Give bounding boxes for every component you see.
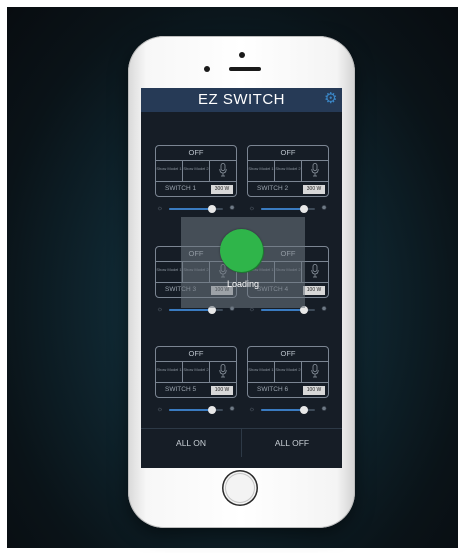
microphone-icon: [311, 364, 319, 378]
app-screen: EZ SWITCH ⚙ OFF Show Model 1 Show Model 2S…: [141, 88, 342, 468]
microphone-icon: [311, 163, 319, 177]
bright-sun-icon: ✹: [229, 406, 235, 413]
bottom-bar: ALL ON ALL OFF: [141, 428, 342, 457]
dim-sun-icon: ☼: [248, 205, 256, 212]
app-title: EZ SWITCH: [198, 91, 285, 108]
microphone-icon: [219, 364, 227, 378]
show-model-2-button[interactable]: Show Model 2: [183, 361, 210, 383]
earpiece-speaker: [229, 67, 261, 71]
switch-footer: SWITCH 1 300 W: [156, 182, 236, 196]
brightness-slider[interactable]: ☼ ✹: [156, 205, 236, 213]
loading-dialog: Loading: [181, 217, 305, 308]
gear-icon[interactable]: ⚙: [323, 91, 339, 107]
bright-sun-icon: ✹: [321, 205, 327, 212]
loading-text: Loading: [226, 279, 260, 289]
slider-fill: [261, 309, 305, 311]
slider-thumb[interactable]: [300, 406, 309, 414]
switch-name: SWITCH 5: [165, 386, 197, 393]
microphone-icon: [311, 264, 319, 278]
bright-sun-icon: ✹: [321, 406, 327, 413]
show-model-2-button[interactable]: Show Model 2: [275, 160, 302, 182]
dim-sun-icon: ☼: [156, 205, 164, 212]
loading-spinner-icon: [220, 229, 263, 272]
switch-card-1: OFF Show Model 1 Show Model 2 SWITCH 1 300 W: [155, 145, 237, 197]
slider-thumb[interactable]: [300, 205, 309, 213]
switch-name: SWITCH 2: [257, 185, 289, 192]
slider-fill: [169, 208, 213, 210]
voice-button[interactable]: [210, 361, 236, 383]
switch-footer: SWITCH 6 100 W: [248, 383, 328, 397]
switch-status-button[interactable]: OFF: [156, 146, 236, 161]
show-model-1-button[interactable]: Show Model 1: [156, 160, 183, 182]
slider-track[interactable]: [261, 406, 315, 414]
voice-button[interactable]: [302, 361, 328, 383]
switch-name: SWITCH 6: [257, 386, 289, 393]
bright-sun-icon: ✹: [229, 205, 235, 212]
slider-fill: [169, 409, 213, 411]
show-model-2-button[interactable]: Show Model 2: [183, 160, 210, 182]
sensor-icon: [204, 66, 210, 72]
voice-button[interactable]: [302, 160, 328, 182]
show-model-1-button[interactable]: Show Model 1: [156, 261, 183, 283]
home-button[interactable]: [222, 470, 258, 506]
slider-track[interactable]: [169, 306, 223, 314]
switch-footer: SWITCH 5 100 W: [156, 383, 236, 397]
dim-sun-icon: ☼: [156, 406, 164, 413]
front-camera-icon: [239, 52, 245, 58]
wattage-badge: 100 W: [211, 386, 233, 395]
all-on-button[interactable]: ALL ON: [141, 429, 242, 457]
brightness-slider[interactable]: ☼ ✹: [248, 406, 328, 414]
slider-track[interactable]: [261, 306, 315, 314]
slider-fill: [261, 208, 305, 210]
switch-card-2: OFF Show Model 1 Show Model 2 SWITCH 2 300 W: [247, 145, 329, 197]
show-model-2-button[interactable]: Show Model 2: [275, 361, 302, 383]
switch-status-button[interactable]: OFF: [248, 347, 328, 362]
switch-card-6: OFF Show Model 1 Show Model 2 SWITCH 6 100 W: [247, 346, 329, 398]
wattage-badge: 100 W: [303, 286, 325, 295]
switch-card-5: OFF Show Model 1 Show Model 2 SWITCH 5 100 W: [155, 346, 237, 398]
brightness-slider[interactable]: ☼ ✹: [248, 205, 328, 213]
dim-sun-icon: ☼: [248, 406, 256, 413]
dim-sun-icon: ☼: [156, 306, 164, 313]
slider-track[interactable]: [261, 205, 315, 213]
slider-thumb[interactable]: [208, 406, 217, 414]
slider-track[interactable]: [169, 205, 223, 213]
slider-fill: [169, 309, 213, 311]
microphone-icon: [219, 163, 227, 177]
show-model-1-button[interactable]: Show Model 1: [248, 160, 275, 182]
switch-footer: SWITCH 2 300 W: [248, 182, 328, 196]
wattage-badge: 300 W: [303, 185, 325, 194]
switch-status-button[interactable]: OFF: [248, 146, 328, 161]
show-model-1-button[interactable]: Show Model 1: [248, 361, 275, 383]
switch-name: SWITCH 1: [165, 185, 197, 192]
voice-button[interactable]: [210, 160, 236, 182]
slider-thumb[interactable]: [208, 205, 217, 213]
phone-frame: EZ SWITCH ⚙ OFF Show Model 1 Show Model 2S…: [128, 36, 355, 528]
wattage-badge: 100 W: [303, 386, 325, 395]
all-off-button[interactable]: ALL OFF: [242, 429, 342, 457]
voice-button[interactable]: [302, 261, 328, 283]
wattage-badge: 300 W: [211, 185, 233, 194]
slider-fill: [261, 409, 305, 411]
brightness-slider[interactable]: ☼ ✹: [156, 406, 236, 414]
switch-status-button[interactable]: OFF: [156, 347, 236, 362]
bright-sun-icon: ✹: [321, 306, 327, 313]
app-header: EZ SWITCH ⚙: [141, 88, 342, 112]
show-model-1-button[interactable]: Show Model 1: [156, 361, 183, 383]
slider-track[interactable]: [169, 406, 223, 414]
